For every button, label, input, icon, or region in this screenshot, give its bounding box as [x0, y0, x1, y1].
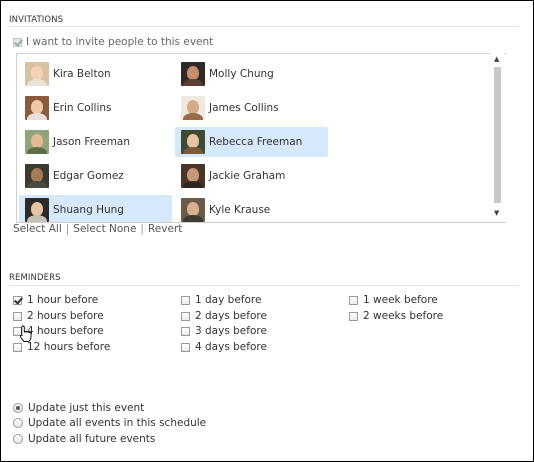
- reminder-1-week[interactable]: 1 week before: [349, 293, 438, 307]
- reminder-label: 4 hours before: [27, 325, 104, 337]
- person-name: Rebecca Freeman: [209, 136, 303, 148]
- update-scope-label: Update all events in this schedule: [28, 417, 207, 429]
- reminder-label: 1 hour before: [27, 294, 99, 306]
- person-name: Jackie Graham: [209, 170, 286, 182]
- avatar: [25, 164, 49, 188]
- avatar: [181, 198, 205, 222]
- reminder-3-days[interactable]: 3 days before: [181, 324, 267, 338]
- reminder-4-days[interactable]: 4 days before: [181, 340, 267, 354]
- person-kyle-krause[interactable]: Kyle Krause: [175, 195, 328, 222]
- person-jackie-graham[interactable]: Jackie Graham: [175, 161, 328, 191]
- invite-people-option[interactable]: I want to invite people to this event: [13, 36, 213, 48]
- reminder-checkbox[interactable]: [181, 295, 190, 305]
- hand-pointer-icon: [19, 325, 32, 342]
- person-rebecca-freeman[interactable]: Rebecca Freeman: [175, 127, 328, 157]
- scroll-up-arrow-icon[interactable]: ▲: [494, 55, 499, 63]
- reminder-2-hours[interactable]: 2 hours before: [13, 309, 104, 323]
- person-name: Kira Belton: [53, 68, 111, 80]
- avatar: [25, 62, 49, 86]
- separator: |: [65, 223, 70, 235]
- scrollbar-thumb[interactable]: [494, 67, 501, 203]
- invite-people-label: I want to invite people to this event: [26, 36, 214, 48]
- reminders-divider: [9, 285, 519, 286]
- person-name: Erin Collins: [53, 102, 112, 114]
- update-all-in-schedule-option[interactable]: Update all events in this schedule: [13, 416, 206, 430]
- person-erin-collins[interactable]: Erin Collins: [19, 93, 172, 123]
- reminder-checkbox[interactable]: [181, 342, 190, 352]
- dialog-frame: INVITATIONS I want to invite people to t…: [0, 0, 534, 462]
- update-scope-radio[interactable]: [13, 403, 23, 413]
- reminder-label: 4 days before: [195, 341, 267, 353]
- reminder-2-days[interactable]: 2 days before: [181, 309, 267, 323]
- person-jason-freeman[interactable]: Jason Freeman: [19, 127, 172, 157]
- reminder-label: 1 day before: [195, 294, 262, 306]
- update-scope-label: Update just this event: [28, 402, 145, 414]
- reminder-1-hour[interactable]: 1 hour before: [13, 293, 98, 307]
- invitations-section-title: INVITATIONS: [9, 15, 64, 25]
- revert-link[interactable]: Revert: [148, 223, 182, 235]
- avatar: [181, 164, 205, 188]
- person-name: Shuang Hung: [53, 204, 124, 216]
- update-scope-radio[interactable]: [13, 434, 23, 444]
- reminder-checkbox[interactable]: [349, 295, 358, 305]
- avatar: [181, 130, 205, 154]
- select-all-link[interactable]: Select All: [13, 223, 62, 235]
- avatar: [25, 198, 49, 222]
- person-name: Jason Freeman: [53, 136, 131, 148]
- reminder-checkbox[interactable]: [13, 295, 22, 305]
- person-james-collins[interactable]: James Collins: [175, 93, 328, 123]
- reminder-2-weeks[interactable]: 2 weeks before: [349, 309, 443, 323]
- person-name: Kyle Krause: [209, 204, 271, 216]
- reminder-checkbox[interactable]: [13, 311, 22, 321]
- person-kira-belton[interactable]: Kira Belton: [19, 59, 172, 89]
- invite-people-checkbox[interactable]: [13, 37, 22, 47]
- update-just-this-event-option[interactable]: Update just this event: [13, 401, 144, 415]
- person-name: James Collins: [209, 102, 279, 114]
- person-name: Molly Chung: [209, 68, 274, 80]
- reminder-checkbox[interactable]: [349, 311, 358, 321]
- select-none-link[interactable]: Select None: [73, 223, 136, 235]
- person-molly-chung[interactable]: Molly Chung: [175, 59, 328, 89]
- people-scrollbar[interactable]: ▲ ▼: [490, 53, 504, 221]
- avatar: [25, 130, 49, 154]
- update-scope-label: Update all future events: [28, 433, 156, 445]
- people-picker[interactable]: Kira Belton Erin Collins Jason Freeman E…: [16, 53, 506, 223]
- reminder-checkbox[interactable]: [13, 342, 22, 352]
- avatar: [181, 96, 205, 120]
- person-edgar-gomez[interactable]: Edgar Gomez: [19, 161, 172, 191]
- reminder-label: 12 hours before: [27, 341, 111, 353]
- people-actions: Select All | Select None | Revert: [13, 223, 182, 235]
- reminder-label: 2 days before: [195, 310, 267, 322]
- reminder-checkbox[interactable]: [181, 326, 190, 336]
- reminder-label: 3 days before: [195, 325, 267, 337]
- avatar: [25, 96, 49, 120]
- update-all-future-events-option[interactable]: Update all future events: [13, 432, 155, 446]
- reminder-checkbox[interactable]: [181, 311, 190, 321]
- reminder-label: 2 weeks before: [363, 310, 444, 322]
- reminder-label: 1 week before: [363, 294, 438, 306]
- separator: |: [140, 223, 144, 235]
- person-name: Edgar Gomez: [53, 170, 124, 182]
- reminder-label: 2 hours before: [27, 310, 104, 322]
- reminder-1-day[interactable]: 1 day before: [181, 293, 261, 307]
- avatar: [181, 62, 205, 86]
- invitations-divider: [9, 26, 519, 27]
- scroll-down-arrow-icon[interactable]: ▼: [494, 209, 499, 217]
- person-shuang-hung[interactable]: Shuang Hung: [19, 195, 172, 222]
- update-scope-radio[interactable]: [13, 418, 23, 428]
- reminders-section-title: REMINDERS: [9, 273, 61, 283]
